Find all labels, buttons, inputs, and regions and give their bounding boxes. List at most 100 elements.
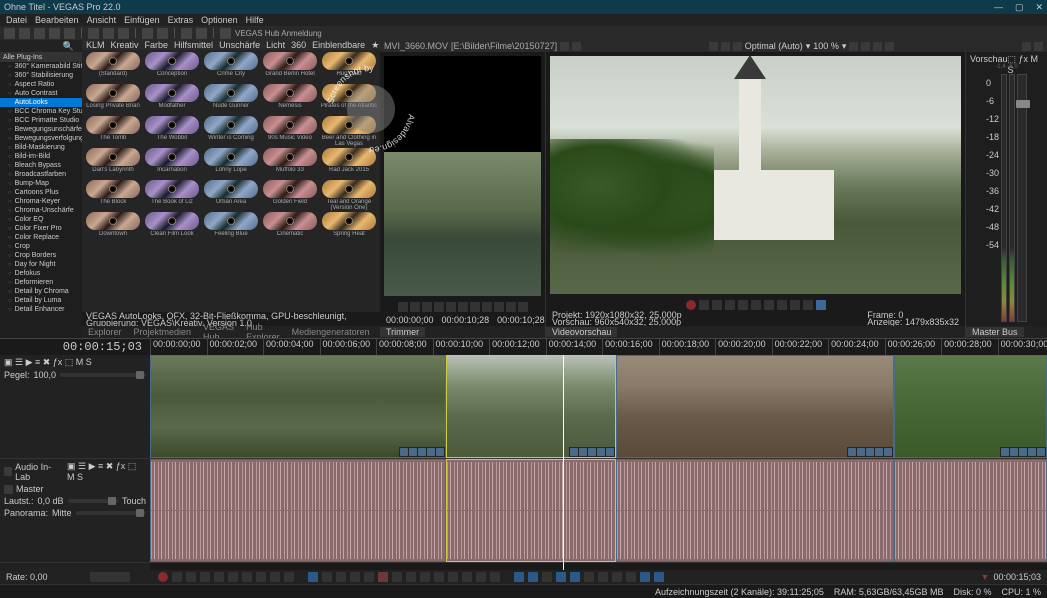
cut-icon[interactable]	[88, 28, 99, 39]
plugin-item[interactable]: 360° Kameraabild Stitching	[0, 62, 82, 71]
tool-icon[interactable]	[364, 572, 374, 582]
add-clip-icon[interactable]	[506, 302, 516, 312]
category-tab[interactable]: ★	[371, 40, 379, 51]
snap-icon[interactable]	[584, 572, 594, 582]
tracks-area[interactable]	[150, 355, 1047, 570]
tool-icon[interactable]	[490, 572, 500, 582]
preset-item[interactable]: The Block	[84, 180, 142, 211]
play-start-icon[interactable]	[712, 300, 722, 310]
category-tab[interactable]: Licht	[266, 40, 285, 50]
preset-item[interactable]: The Tomb	[84, 116, 142, 147]
plugin-item[interactable]: Chroma-Keyer	[0, 197, 82, 206]
upload-icon[interactable]	[181, 28, 192, 39]
menu-ansicht[interactable]: Ansicht	[87, 15, 117, 25]
plugin-item[interactable]: Bewegungsverfolgung	[0, 134, 82, 143]
video-track-icons[interactable]: ▣ ☰ ▶ ≡ ✖ ƒx ⬚ M S	[4, 357, 92, 368]
tool-icon[interactable]	[476, 572, 486, 582]
preview-fx-icon[interactable]	[721, 42, 730, 51]
preset-item[interactable]: Winter is Coming	[202, 116, 260, 147]
plugin-item[interactable]: Crop Borders	[0, 251, 82, 260]
preset-item[interactable]: Nemesis	[261, 84, 319, 115]
timeline-ruler[interactable]: 00:00:00;0000:00:02;0000:00:04;0000:00:0…	[150, 339, 1047, 355]
master-tab[interactable]: Master Bus	[966, 327, 1024, 337]
preview-overlay-icon[interactable]	[873, 42, 882, 51]
plugin-item[interactable]: Defokus	[0, 269, 82, 278]
info-icon[interactable]	[196, 28, 207, 39]
undo-icon[interactable]	[142, 28, 153, 39]
go-end-icon[interactable]	[446, 302, 456, 312]
stop-icon[interactable]	[751, 300, 761, 310]
plugin-item[interactable]: Color Replace	[0, 233, 82, 242]
audio-clip[interactable]	[616, 459, 894, 562]
snap-icon[interactable]	[556, 572, 566, 582]
clip-icons[interactable]	[399, 447, 445, 457]
normal-edit-icon[interactable]	[308, 572, 318, 582]
snap-icon[interactable]	[514, 572, 524, 582]
more-icon[interactable]	[518, 302, 528, 312]
prev-frame-icon[interactable]	[790, 300, 800, 310]
preset-item[interactable]: Golden Field	[261, 180, 319, 211]
preset-item[interactable]: Muffolo 33	[261, 148, 319, 179]
preset-item[interactable]: Teal and Orange (Version One)	[320, 180, 378, 211]
video-clip[interactable]	[894, 355, 1046, 458]
render-icon[interactable]	[49, 28, 60, 39]
category-tab[interactable]: KLM	[86, 40, 105, 50]
plugin-item[interactable]: Bleach Bypass	[0, 161, 82, 170]
preset-item[interactable]: Urban Area	[202, 180, 260, 211]
preview-split-icon[interactable]	[733, 42, 742, 51]
plugin-item[interactable]: Crop	[0, 242, 82, 251]
preset-item[interactable]: Nude Gunner	[202, 84, 260, 115]
pan-slider[interactable]	[76, 511, 146, 515]
trim-tool-icon[interactable]	[560, 42, 569, 51]
pause-icon[interactable]	[738, 300, 748, 310]
tool-icon[interactable]	[406, 572, 416, 582]
lautst-value[interactable]: 0,0 dB	[38, 496, 64, 506]
preset-item[interactable]: Losing Private Brian	[84, 84, 142, 115]
mark-in-icon[interactable]	[482, 302, 492, 312]
plugin-item[interactable]: Detail Enhancer	[0, 305, 82, 314]
minimize-button[interactable]: —	[994, 2, 1003, 13]
snap-icon[interactable]	[612, 572, 622, 582]
level-slider[interactable]	[60, 373, 146, 377]
plugin-item[interactable]: Cartoons Plus	[0, 188, 82, 197]
plugin-list[interactable]: 360° Kameraabild Stitching360° Stabilisi…	[0, 62, 82, 338]
panel-tab[interactable]: Explorer	[82, 327, 128, 337]
video-track-header[interactable]: ▣ ☰ ▶ ≡ ✖ ƒx ⬚ M S Pegel: 100,0	[0, 355, 150, 459]
go-end-icon[interactable]	[256, 572, 266, 582]
hub-icon[interactable]	[220, 28, 231, 39]
preset-item[interactable]: The Wobbit	[143, 116, 201, 147]
plugin-item[interactable]: Deformieren	[0, 278, 82, 287]
snap-icon[interactable]	[626, 572, 636, 582]
preview-video[interactable]	[550, 56, 961, 294]
paste-icon[interactable]	[118, 28, 129, 39]
close-button[interactable]: ✕	[1035, 2, 1043, 13]
video-track[interactable]	[150, 355, 1047, 459]
rate-label[interactable]: Rate: 0,00	[6, 572, 86, 582]
snap-icon[interactable]	[640, 572, 650, 582]
audio-clip[interactable]	[894, 459, 1046, 562]
preview-overlay-icon[interactable]	[849, 42, 858, 51]
preview-prop-icon[interactable]	[709, 42, 718, 51]
preset-item[interactable]: (Standard)	[84, 52, 142, 83]
plugin-item[interactable]: Detail by Luma	[0, 296, 82, 305]
panel-tab[interactable]: Mediengeneratoren	[286, 327, 376, 337]
tool-icon[interactable]	[392, 572, 402, 582]
dock-icon[interactable]	[1022, 42, 1031, 51]
play-icon[interactable]	[410, 302, 420, 312]
open-icon[interactable]	[19, 28, 30, 39]
category-tab[interactable]: Farbe	[145, 40, 169, 50]
menu-einfuegen[interactable]: Einfügen	[124, 15, 160, 25]
preset-item[interactable]: Grand Berlin Hotel	[261, 52, 319, 83]
preset-item[interactable]: The Book of Liz	[143, 180, 201, 211]
hub-login-link[interactable]: VEGAS Hub Anmeldung	[235, 29, 322, 38]
plugin-search[interactable]: 🔍	[0, 40, 82, 52]
status-timecode[interactable]: 00:00:15;03	[993, 572, 1041, 582]
playhead[interactable]	[563, 355, 564, 570]
plugin-item[interactable]: Bild-im-Bild	[0, 152, 82, 161]
play-icon[interactable]	[200, 572, 210, 582]
plugin-item[interactable]: Day for Night	[0, 260, 82, 269]
next-frame-icon[interactable]	[284, 572, 294, 582]
toggle-icon[interactable]	[816, 300, 826, 310]
trimmer-tab[interactable]: Trimmer	[380, 327, 425, 337]
loop-icon[interactable]	[172, 572, 182, 582]
